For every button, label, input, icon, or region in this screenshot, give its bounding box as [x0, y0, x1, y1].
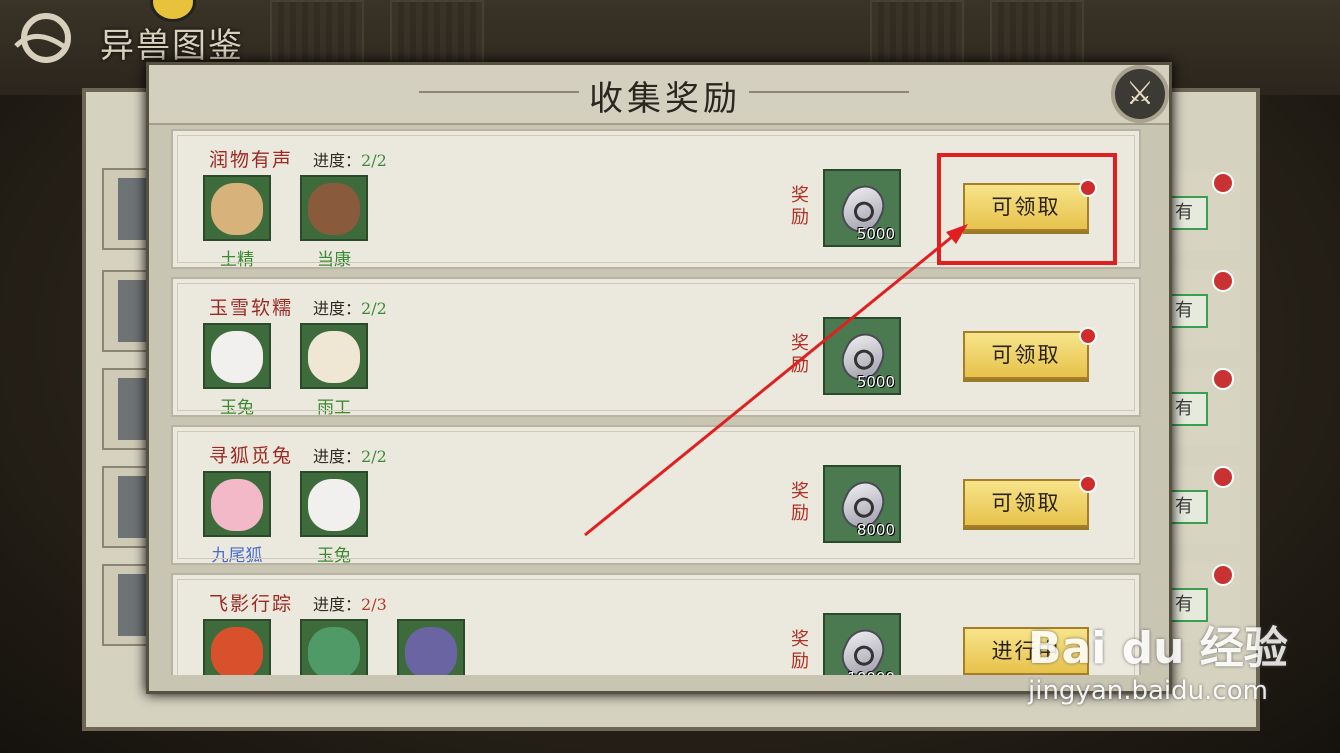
beast-name: 玉兔 — [220, 398, 254, 418]
reward-label: 奖励 — [791, 481, 809, 524]
highlight-box — [937, 153, 1117, 265]
progress-text: 进度：2/2 — [313, 151, 387, 170]
beast-portrait[interactable] — [397, 619, 465, 675]
progress-text: 进度：2/2 — [313, 447, 387, 466]
beast-portrait[interactable] — [300, 471, 368, 537]
beast-portrait[interactable] — [203, 471, 271, 537]
background-tag: 有 — [1160, 172, 1240, 250]
watermark-logo: Bai du 经验 — [1028, 623, 1288, 674]
reward-row: 玉雪软糯 进度：2/2 玉兔 雨工 奖励 5000 可领取 — [171, 277, 1141, 418]
dialog-header: 收集奖励 — [149, 65, 1169, 125]
reward-row: 飞影行踪 进度：2/3 奖励 10000 进行中 — [171, 573, 1141, 675]
beast-portrait[interactable] — [300, 619, 368, 675]
beast-portrait[interactable] — [203, 175, 271, 241]
reward-item[interactable]: 5000 — [823, 169, 901, 247]
reward-item[interactable]: 8000 — [823, 465, 901, 543]
set-title: 寻狐觅兔 — [209, 445, 294, 467]
beast-name: 当康 — [317, 250, 351, 270]
claim-button[interactable]: 可领取 — [963, 331, 1089, 379]
progress-text: 进度：2/2 — [313, 299, 387, 318]
background-tag: 有 — [1160, 368, 1240, 446]
set-title: 玉雪软糯 — [209, 297, 294, 319]
set-title: 润物有声 — [209, 149, 294, 171]
reward-label: 奖励 — [791, 333, 809, 376]
reward-row: 寻狐觅兔 进度：2/2 九尾狐 玉兔 奖励 8000 可领取 — [171, 425, 1141, 566]
beast-portrait[interactable] — [203, 619, 271, 675]
reward-item[interactable]: 5000 — [823, 317, 901, 395]
beast-portrait[interactable] — [203, 323, 271, 389]
reward-item[interactable]: 10000 — [823, 613, 901, 675]
beast-name: 九尾狐 — [211, 546, 263, 566]
dragon-logo-icon — [14, 13, 71, 63]
beast-portrait[interactable] — [300, 323, 368, 389]
background-tag: 有 — [1160, 270, 1240, 348]
reward-count: 5000 — [856, 373, 895, 391]
beast-name: 雨工 — [317, 398, 351, 418]
crossed-swords-icon: ⚔ — [1125, 74, 1155, 112]
background-tag: 有 — [1160, 466, 1240, 544]
reward-count: 5000 — [856, 225, 895, 243]
silver-coin-icon — [834, 622, 892, 675]
reward-count: 8000 — [856, 521, 895, 539]
app-title: 异兽图鉴 — [100, 26, 244, 66]
notification-dot — [1079, 327, 1097, 345]
claim-button[interactable]: 可领取 — [963, 479, 1089, 527]
reward-count: 10000 — [847, 669, 895, 675]
watermark-url: jingyan.baidu.com — [1028, 676, 1268, 706]
set-title: 飞影行踪 — [209, 593, 294, 615]
close-button[interactable]: ⚔ — [1111, 65, 1169, 123]
progress-text: 进度：2/3 — [313, 595, 387, 614]
reward-label: 奖励 — [791, 629, 809, 672]
reward-label: 奖励 — [791, 185, 809, 228]
beast-name: 土精 — [220, 250, 254, 270]
beast-name: 玉兔 — [317, 546, 351, 566]
beast-portrait[interactable] — [300, 175, 368, 241]
notification-dot — [1079, 475, 1097, 493]
dialog-title: 收集奖励 — [589, 79, 741, 119]
title-decoration — [419, 91, 579, 93]
title-decoration — [749, 91, 909, 93]
baidu-watermark: Bai du 经验 jingyan.baidu.com — [1028, 612, 1288, 706]
